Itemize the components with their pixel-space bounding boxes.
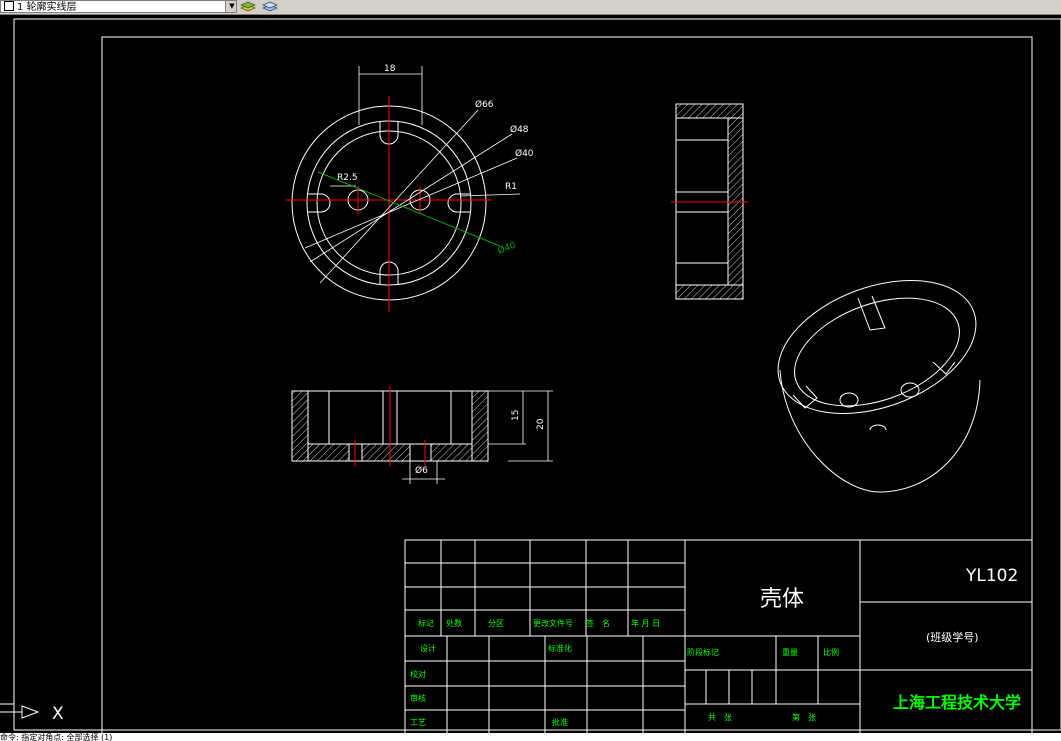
dim-15: 15 — [511, 410, 521, 421]
sheet-inner-border — [101, 36, 1033, 735]
isometric-view[interactable] — [760, 255, 995, 493]
ucs-x-label: X — [52, 704, 64, 724]
dim-d40-green: Ø40 — [496, 240, 518, 257]
label-scale: 比例 — [823, 647, 839, 657]
label-design: 设计 — [420, 643, 436, 653]
label-standardize: 标准化 — [548, 643, 572, 653]
label-stage-mark: 阶段标记 — [687, 647, 719, 657]
dim-d6: Ø6 — [415, 465, 428, 476]
dim-20: 20 — [536, 418, 546, 430]
part-name: 壳体 — [760, 587, 804, 612]
command-line[interactable]: 命令: 指定对角点: 全部选择 (1) — [0, 733, 1061, 741]
label-sheet-no: 第 张 — [792, 712, 816, 722]
label-weight: 重量 — [782, 647, 798, 657]
label-change-doc: 更改文件号 — [533, 618, 573, 628]
school-name: 上海工程技术大学 — [893, 693, 1021, 712]
label-check: 校对 — [410, 669, 426, 679]
label-date: 年 月 日 — [631, 618, 660, 628]
dim-r1: R1 — [505, 182, 517, 192]
label-signature: 签 名 — [586, 618, 610, 628]
label-process: 工艺 — [410, 718, 426, 727]
ucs-icon — [0, 703, 40, 719]
label-review: 审核 — [410, 693, 426, 703]
dim-r25: R2.5 — [337, 173, 358, 183]
dim-d40: Ø40 — [515, 148, 534, 159]
dim-18: 18 — [384, 64, 396, 74]
label-approve: 批准 — [552, 717, 568, 727]
label-zone: 分区 — [488, 619, 504, 628]
dim-d48: Ø48 — [510, 124, 529, 135]
label-sheets-total: 共 张 — [708, 713, 732, 722]
drawing-canvas[interactable]: 18 Ø66 Ø48 Ø40 R2.5 R1 Ø40 15 20 Ø6 壳体 Y… — [0, 0, 1061, 741]
drawing-number: YL102 — [965, 566, 1018, 586]
dim-d40-green-line — [317, 171, 501, 247]
label-mark: 标记 — [418, 618, 434, 628]
label-count: 处数 — [446, 618, 462, 628]
class-id: (班级学号) — [926, 630, 979, 644]
dim-d66: Ø66 — [475, 99, 494, 110]
title-block-labels: 标记 处数 分区 更改文件号 签 名 年 月 日 设计 标准化 校对 审核 工艺… — [410, 618, 839, 727]
